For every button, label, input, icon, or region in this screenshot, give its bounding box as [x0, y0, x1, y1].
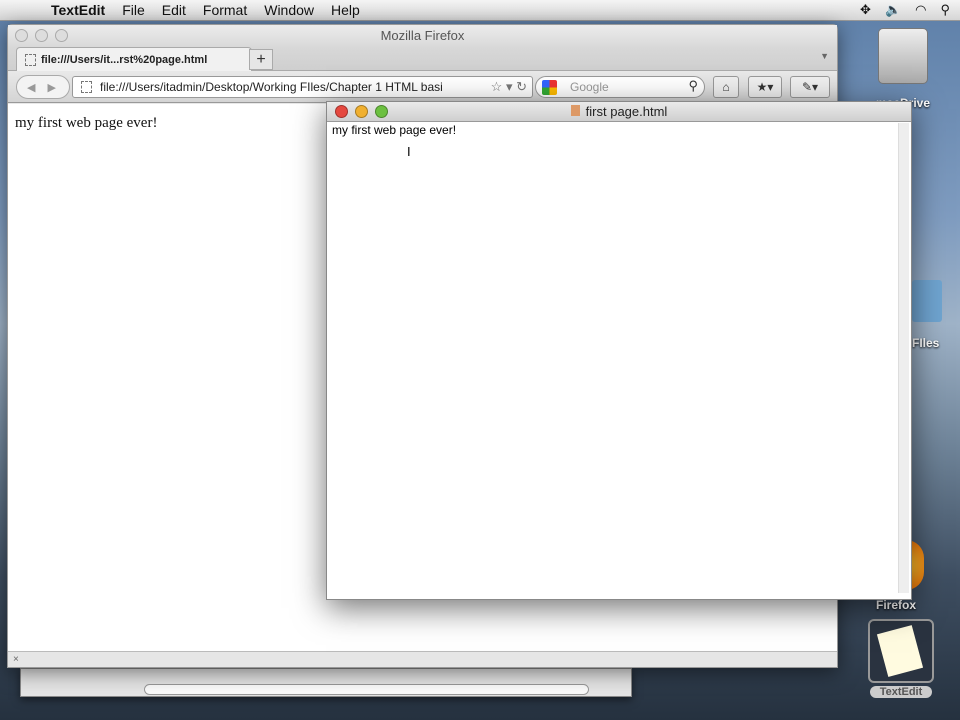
- bookmarks-button[interactable]: ★▾: [748, 76, 782, 98]
- close-button[interactable]: [335, 105, 348, 118]
- google-icon[interactable]: [542, 80, 557, 95]
- menu-file[interactable]: File: [122, 2, 145, 18]
- folder-icon: [912, 280, 942, 322]
- menu-format[interactable]: Format: [203, 2, 247, 18]
- firefox-title: Mozilla Firefox: [8, 25, 837, 47]
- textedit-app-icon: [868, 619, 934, 683]
- document-title: first page.html: [585, 104, 668, 119]
- menu-help[interactable]: Help: [331, 2, 360, 18]
- desktop-icon-textedit[interactable]: TextEdit: [866, 619, 936, 698]
- tab-first-page[interactable]: file:///Users/it...rst%20page.html: [16, 47, 252, 72]
- close-addon-bar-icon[interactable]: ×: [13, 654, 19, 665]
- tab-bar: file:///Users/it...rst%20page.html + ▼: [8, 47, 837, 72]
- search-icon[interactable]: ⚲: [688, 78, 698, 94]
- url-text: file:///Users/itadmin/Desktop/Working FI…: [100, 80, 443, 94]
- window-controls: [15, 29, 68, 42]
- volume-icon[interactable]: 🔈: [885, 2, 901, 18]
- home-button[interactable]: ⌂: [713, 76, 739, 98]
- wifi-icon[interactable]: ◠: [915, 2, 926, 18]
- close-button[interactable]: [15, 29, 28, 42]
- minimize-button[interactable]: [35, 29, 48, 42]
- spotlight-search-icon[interactable]: ⚲: [940, 2, 950, 18]
- zoom-button[interactable]: [375, 105, 388, 118]
- text-cursor-icon: I: [407, 144, 411, 159]
- menu-bar: TextEdit File Edit Format Window Help ✥ …: [0, 0, 960, 21]
- search-field[interactable]: Google ⚲: [535, 76, 705, 98]
- document-icon: [570, 105, 580, 116]
- back-icon[interactable]: ◀: [27, 82, 47, 94]
- menu-window[interactable]: Window: [264, 2, 314, 18]
- reload-icon[interactable]: ↻: [516, 79, 527, 94]
- new-tab-button[interactable]: +: [249, 49, 273, 70]
- addons-button[interactable]: ✎▾: [790, 76, 830, 98]
- desktop-icon-files[interactable]: FIles: [912, 280, 960, 350]
- vertical-scrollbar[interactable]: [898, 123, 909, 593]
- addon-bar: ×: [8, 651, 837, 667]
- zoom-button[interactable]: [55, 29, 68, 42]
- menu-app-name[interactable]: TextEdit: [51, 2, 105, 18]
- history-dropdown-icon[interactable]: ▾: [506, 79, 513, 94]
- textedit-window: first page.html my first web page ever! …: [326, 101, 912, 600]
- horizontal-scrollbar[interactable]: [144, 684, 589, 695]
- tab-list-icon[interactable]: ▼: [820, 51, 829, 61]
- document-body[interactable]: my first web page ever!: [327, 122, 911, 138]
- navigation-toolbar: ◀▶ file:///Users/itadmin/Desktop/Working…: [8, 71, 837, 103]
- url-bar[interactable]: file:///Users/itadmin/Desktop/Working FI…: [72, 76, 533, 98]
- search-placeholder: Google: [570, 80, 609, 94]
- bookmark-star-icon[interactable]: ☆: [491, 79, 503, 94]
- forward-icon[interactable]: ▶: [47, 82, 67, 94]
- back-forward-buttons[interactable]: ◀▶: [16, 75, 70, 99]
- tab-label: file:///Users/it...rst%20page.html: [41, 54, 208, 66]
- menu-edit[interactable]: Edit: [162, 2, 186, 18]
- window-controls: [335, 105, 388, 118]
- page-icon: [25, 54, 36, 66]
- minimize-button[interactable]: [355, 105, 368, 118]
- hard-drive-icon: [878, 28, 928, 84]
- desktop-icon-macdrive[interactable]: macDrive: [868, 28, 938, 110]
- background-window: [20, 668, 632, 697]
- dropbox-icon[interactable]: ✥: [860, 2, 871, 18]
- textedit-title-bar: first page.html: [327, 102, 911, 122]
- page-icon: [81, 81, 92, 93]
